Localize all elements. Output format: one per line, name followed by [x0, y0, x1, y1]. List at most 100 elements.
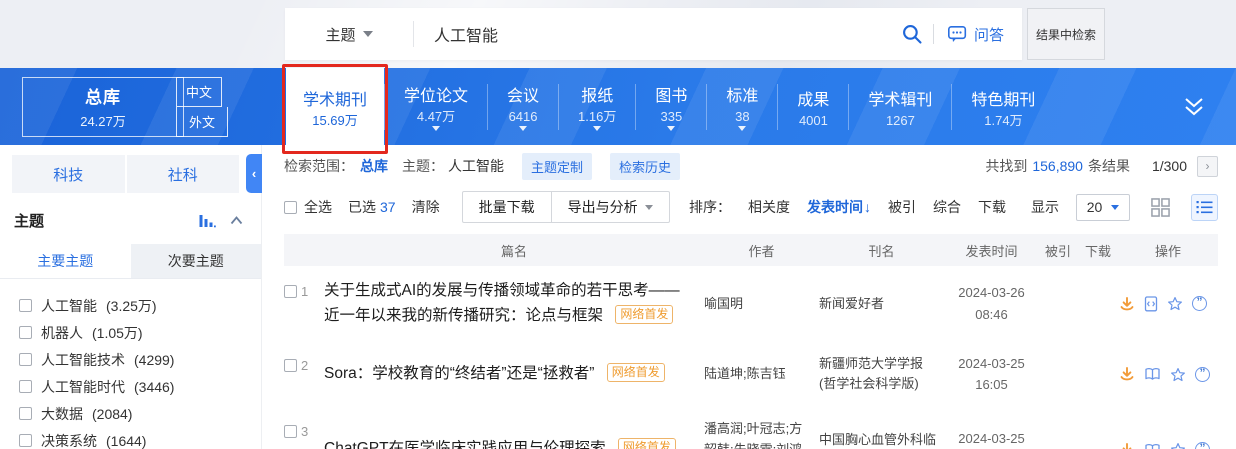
- row-checkbox[interactable]: [284, 425, 297, 438]
- sort-publish-time[interactable]: 发表时间↓: [807, 197, 871, 217]
- online-first-badge: 网络首发: [607, 363, 665, 382]
- select-all-checkbox[interactable]: [284, 201, 297, 214]
- favorite-button[interactable]: [1170, 367, 1186, 382]
- cite-button[interactable]: ”: [1192, 296, 1207, 311]
- tab-books[interactable]: 图书 335: [636, 68, 706, 145]
- lang-tab-chinese[interactable]: 中文: [176, 77, 222, 107]
- tab-social-science[interactable]: 社科: [127, 155, 240, 193]
- list-view-button[interactable]: [1191, 194, 1218, 221]
- search-within-results-button[interactable]: 结果中检索: [1027, 8, 1105, 60]
- tab-achievements[interactable]: 成果 4001: [778, 68, 848, 145]
- authors-link[interactable]: 陆道坤;陈吉钰: [704, 364, 819, 384]
- search-icon: [902, 24, 923, 45]
- cite-button[interactable]: ”: [1195, 442, 1210, 449]
- search-field-selector[interactable]: 主题: [285, 24, 413, 45]
- sort-relevance[interactable]: 相关度: [748, 197, 790, 217]
- page-size-select[interactable]: 20: [1076, 194, 1130, 221]
- sort-desc-icon: ↓: [864, 199, 871, 215]
- clear-selection-button[interactable]: 清除: [412, 197, 440, 217]
- database-tabs: 学术期刊 15.69万 学位论文 4.47万 会议 6416 报纸 1.16万: [286, 68, 1054, 145]
- bar-chart-icon[interactable]: [199, 214, 216, 228]
- subtab-secondary-topics[interactable]: 次要主题: [131, 244, 262, 278]
- quote-icon: ”: [1195, 442, 1210, 449]
- favorite-button[interactable]: [1167, 296, 1183, 311]
- topic-checkbox[interactable]: [19, 380, 32, 393]
- tab-standards[interactable]: 标准 38: [707, 68, 777, 145]
- scope-zongku-link[interactable]: 总库: [360, 156, 388, 176]
- results-main: 检索范围： 总库 主题： 人工智能 主题定制 检索历史 共找到 156,890 …: [262, 145, 1236, 449]
- expand-more-button[interactable]: [1182, 97, 1206, 116]
- tab-dissertations[interactable]: 学位论文 4.47万: [385, 68, 487, 145]
- zongku-tab[interactable]: 总库 24.27万: [22, 77, 184, 137]
- star-icon: [1170, 367, 1186, 382]
- grid-view-icon: [1151, 198, 1170, 217]
- topic-checkbox[interactable]: [19, 326, 32, 339]
- tab-newspapers[interactable]: 报纸 1.16万: [559, 68, 635, 145]
- search-button[interactable]: [893, 24, 933, 45]
- download-icon: [1119, 442, 1135, 449]
- row-checkbox[interactable]: [284, 359, 297, 372]
- topic-checkbox[interactable]: [19, 299, 32, 312]
- qa-button[interactable]: 问答: [934, 24, 1022, 45]
- topic-customize-button[interactable]: 主题定制: [522, 153, 592, 180]
- download-button[interactable]: [1119, 366, 1135, 382]
- journal-link[interactable]: 中国胸心血管外科临床杂志: [819, 430, 944, 449]
- publish-datetime: 2024-03-25 16:05: [944, 353, 1039, 396]
- table-row: 3 ChatGPT在医学临床实践应用与伦理探索 网络首发 潘高润;叶冠志;方韶韩…: [284, 406, 1218, 449]
- authors-link[interactable]: 喻国明: [704, 294, 819, 314]
- tab-academic-journals[interactable]: 学术期刊 15.69万: [286, 68, 384, 145]
- row-checkbox[interactable]: [284, 285, 297, 298]
- grid-view-button[interactable]: [1147, 194, 1174, 221]
- topic-item[interactable]: 人工智能(3.25万): [19, 292, 261, 319]
- sort-comprehensive[interactable]: 综合: [933, 197, 961, 217]
- select-all-label[interactable]: 全选: [304, 197, 332, 217]
- journal-link[interactable]: 新疆师范大学学报(哲学社会科学版): [819, 354, 944, 394]
- topic-item[interactable]: 大数据(2084): [19, 400, 261, 427]
- read-online-button[interactable]: [1144, 367, 1161, 381]
- table-row: 1 关于生成式AI的发展与传播领域革命的若干思考——近一年以来我的新传播研究：论…: [284, 266, 1218, 340]
- search-history-button[interactable]: 检索历史: [610, 153, 680, 180]
- topic-checkbox[interactable]: [19, 353, 32, 366]
- topic-item[interactable]: 机器人(1.05万): [19, 319, 261, 346]
- topic-checkbox[interactable]: [19, 434, 32, 447]
- html-read-button[interactable]: [1144, 296, 1158, 312]
- tab-science-tech[interactable]: 科技: [12, 155, 125, 193]
- chevron-right-icon: ›: [1206, 159, 1210, 173]
- article-title-link[interactable]: Sora：学校教育的“终结者”还是“拯救者”: [324, 365, 594, 382]
- subtab-primary-topics[interactable]: 主要主题: [0, 244, 131, 278]
- topic-item[interactable]: 人工智能时代(3446): [19, 373, 261, 400]
- sort-cited[interactable]: 被引: [888, 197, 916, 217]
- database-navbar: 总库 24.27万 中文 外文 学术期刊 15.69万 学位论文 4.47万: [0, 68, 1236, 145]
- article-title-link[interactable]: ChatGPT在医学临床实践应用与伦理探索: [324, 440, 606, 449]
- selected-info: 已选37: [348, 197, 396, 217]
- export-analyze-button[interactable]: 导出与分析: [551, 192, 669, 222]
- journal-link[interactable]: 新闻爱好者: [819, 294, 944, 314]
- sort-downloads[interactable]: 下载: [978, 197, 1006, 217]
- results-toolbar: 全选 已选37 清除 批量下载 导出与分析 排序： 相关度 发表时间↓: [284, 187, 1218, 227]
- tab-academic-series[interactable]: 学术辑刊 1267: [849, 68, 951, 145]
- lang-tab-foreign[interactable]: 外文: [176, 107, 228, 137]
- favorite-button[interactable]: [1170, 442, 1186, 449]
- tab-conferences[interactable]: 会议 6416: [488, 68, 558, 145]
- topic-item[interactable]: 人工智能技术(4299): [19, 346, 261, 373]
- batch-download-button[interactable]: 批量下载: [463, 192, 551, 222]
- download-button[interactable]: [1119, 442, 1135, 449]
- quote-icon: ”: [1192, 296, 1207, 311]
- tab-special-journals[interactable]: 特色期刊 1.74万: [952, 68, 1054, 145]
- next-page-button[interactable]: ›: [1197, 156, 1218, 177]
- filter-sidebar: ‹ 科技 社科 主题: [0, 145, 262, 449]
- chevron-down-icon: [645, 205, 653, 210]
- download-icon: [1119, 366, 1135, 382]
- read-online-button[interactable]: [1144, 443, 1161, 449]
- authors-link[interactable]: 潘高润;叶冠志;方韶韩;朱晓雷;刘鸿鸣: [704, 419, 819, 449]
- sidebar-collapse-button[interactable]: ‹: [246, 154, 262, 193]
- topic-checkbox[interactable]: [19, 407, 32, 420]
- chevron-up-icon[interactable]: [230, 216, 243, 225]
- chevron-down-icon: [363, 31, 373, 37]
- qa-label: 问答: [974, 24, 1004, 45]
- topic-item[interactable]: 决策系统(1644): [19, 427, 261, 449]
- online-first-badge: 网络首发: [615, 305, 673, 324]
- download-button[interactable]: [1119, 296, 1135, 312]
- search-input[interactable]: [414, 25, 893, 43]
- cite-button[interactable]: ”: [1195, 367, 1210, 382]
